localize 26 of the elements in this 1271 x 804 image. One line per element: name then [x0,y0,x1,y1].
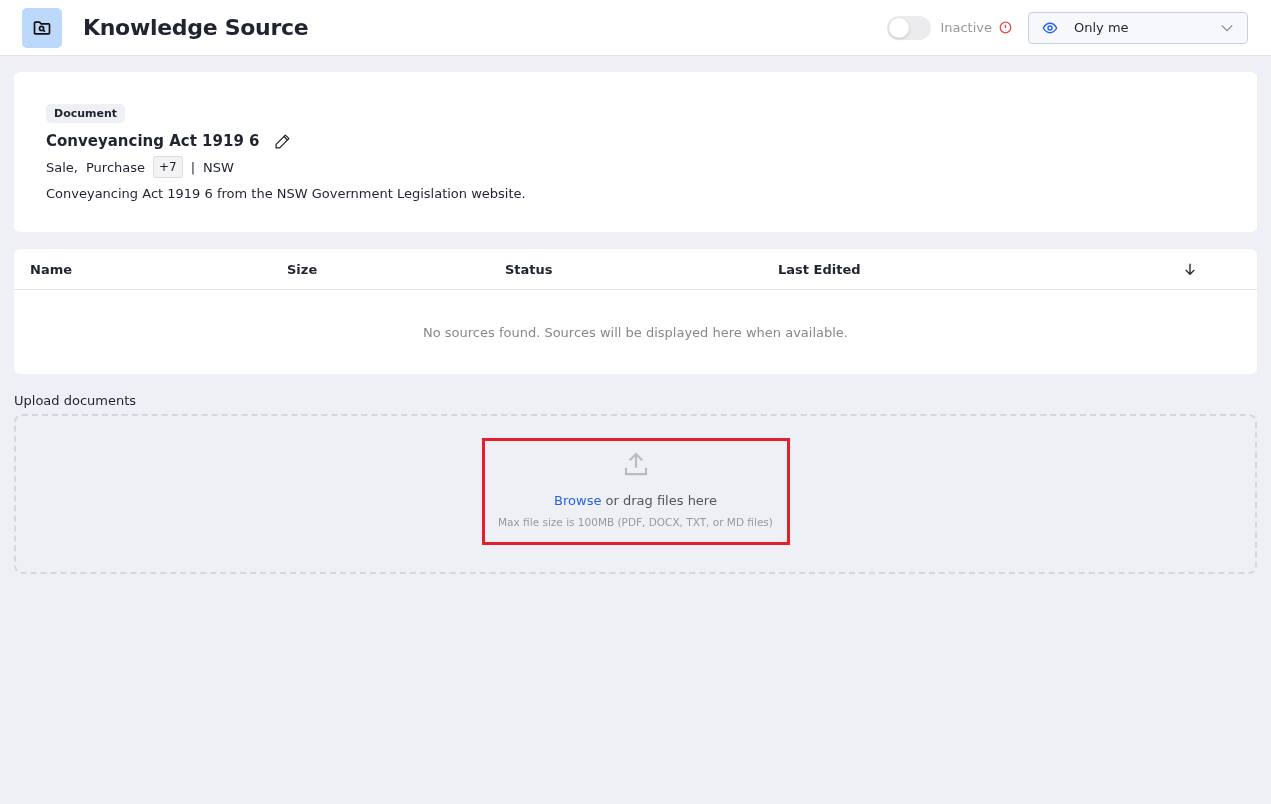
column-header[interactable]: Last Edited [778,261,861,277]
document-badge: Document [46,104,126,123]
document-description: Conveyancing Act 1919 6 from the NSW Government Legislation website. [46,186,526,201]
document-title: Conveyancing Act 1919 6 [46,132,260,150]
upload-label: Upload documents [14,393,138,408]
arrow-down-icon[interactable] [1183,262,1197,276]
empty-message: No sources found. Sources will be displayed here when available. [422,323,849,342]
upload-dropzone[interactable]: Browse or drag files here Max file size is 100MB (PDF, DOCX, TXT, or MD files) [14,414,1257,574]
folder-search-icon [22,7,62,48]
visibility-dropdown[interactable]: Only me [1028,11,1248,44]
warning-icon [999,21,1012,34]
region-label: NSW [203,159,234,175]
file-size-hint: Max file size is 100MB (PDF, DOCX, TXT, or MD files) [498,516,773,528]
tag-label: Sale, [46,159,78,175]
tag-label: Purchase [85,159,145,175]
separator-text: | [190,159,196,175]
drag-text: or drag files here [605,493,717,508]
page-title: Knowledge Source [83,15,309,40]
column-header[interactable]: Size [287,261,505,277]
browse-link[interactable]: Browse [554,493,602,508]
pencil-icon[interactable] [273,132,291,150]
column-header[interactable]: Status [505,261,778,277]
status-toggle[interactable] [887,15,932,40]
column-header[interactable]: Name [30,261,287,277]
status-label: Inactive [940,20,992,35]
more-tags-chip[interactable]: +7 [153,156,183,178]
